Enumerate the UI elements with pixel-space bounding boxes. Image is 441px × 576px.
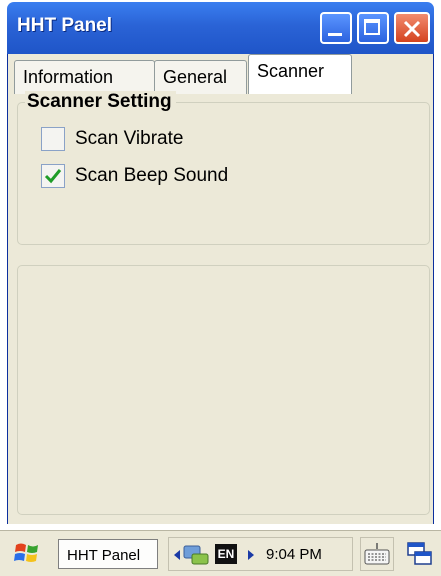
maximize-icon (364, 19, 380, 35)
keyboard-icon (364, 543, 390, 565)
taskbar-hht-panel-label: HHT Panel (67, 547, 141, 564)
start-button[interactable] (12, 539, 46, 569)
network-icon[interactable] (182, 544, 212, 566)
language-indicator[interactable]: EN (215, 544, 237, 564)
windows-flag-icon (14, 543, 38, 562)
clock[interactable]: 9:04 PM (266, 546, 322, 563)
close-icon (403, 20, 421, 38)
taskbar-hht-panel-button[interactable]: HHT Panel (58, 539, 158, 569)
checkmark-icon (44, 169, 62, 184)
tray-left-arrow-icon[interactable] (173, 549, 181, 561)
scanner-setting-group-label: Scanner Setting (25, 91, 176, 113)
tab-scanner-label: Scanner (257, 61, 325, 81)
scan-beep-sound-checkbox[interactable] (41, 164, 65, 188)
tab-information[interactable]: Information (14, 60, 155, 94)
show-desktop-icon (407, 542, 432, 565)
scan-vibrate-checkbox[interactable] (41, 127, 65, 151)
close-button[interactable] (394, 12, 430, 44)
maximize-button[interactable] (357, 12, 389, 44)
taskbar: HHT Panel EN 9:04 PM (0, 530, 441, 576)
show-desktop-button[interactable] (402, 537, 436, 571)
title-bar[interactable]: HHT Panel (7, 2, 434, 54)
hht-panel-window: HHT Panel Information General Scanner Sc… (7, 2, 434, 575)
minimize-icon (328, 33, 342, 36)
window-title: HHT Panel (17, 15, 113, 36)
empty-panel (17, 265, 430, 515)
keyboard-button[interactable] (360, 537, 394, 571)
tray-right-arrow-icon[interactable] (247, 549, 255, 561)
tab-general-label: General (163, 67, 228, 87)
minimize-button[interactable] (320, 12, 352, 44)
tab-general[interactable]: General (154, 60, 247, 94)
tab-scanner[interactable]: Scanner (248, 54, 352, 94)
scan-vibrate-label: Scan Vibrate (75, 128, 184, 149)
scan-beep-sound-label: Scan Beep Sound (75, 165, 229, 186)
tab-information-label: Information (23, 67, 114, 87)
system-tray: EN 9:04 PM (168, 537, 353, 571)
